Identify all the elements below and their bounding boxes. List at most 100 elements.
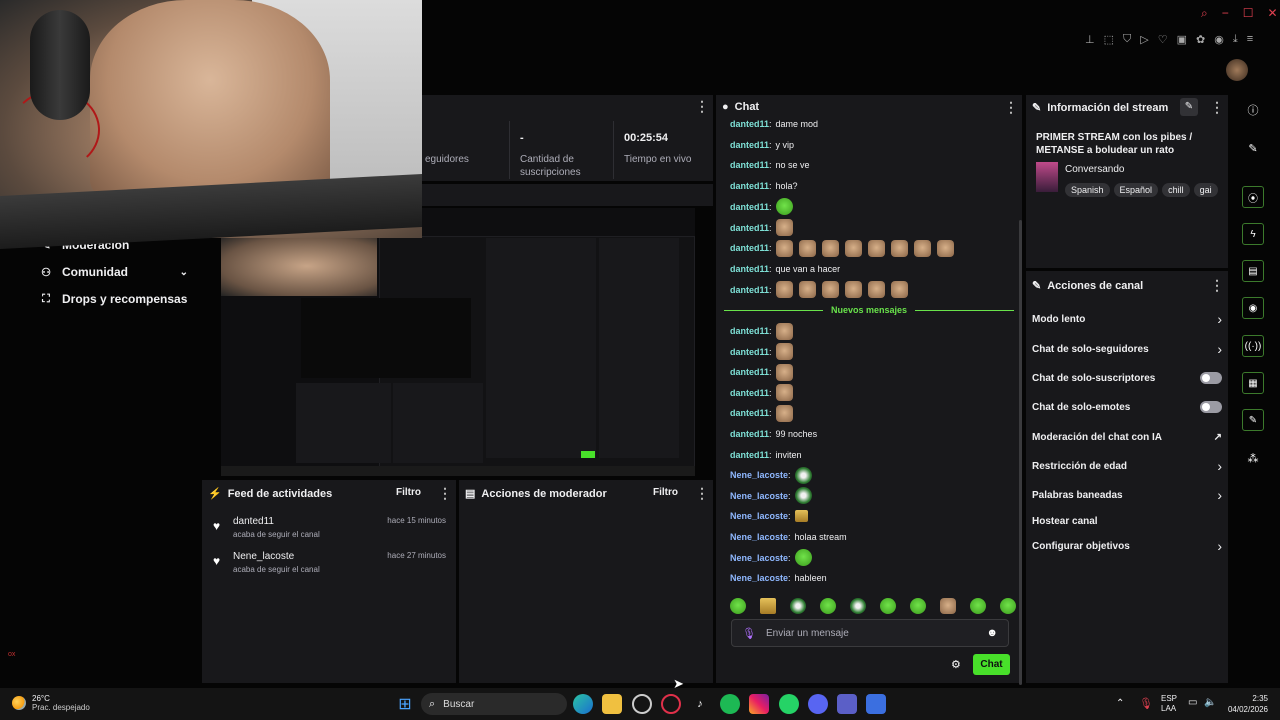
chat-input[interactable]: 🎙 Enviar un mensaje ☻ xyxy=(731,619,1009,647)
emote-icon[interactable] xyxy=(760,598,776,614)
chat-username[interactable]: danted11 xyxy=(730,450,769,460)
more-options-icon[interactable]: ⋮ xyxy=(695,98,709,115)
translate-icon[interactable]: ▣ xyxy=(1177,33,1187,46)
emote-icon[interactable] xyxy=(940,598,956,614)
whatsapp-icon[interactable] xyxy=(779,694,799,714)
mod-filter-button[interactable]: Filtro xyxy=(653,487,678,498)
chat-username[interactable]: danted11 xyxy=(730,347,769,357)
pin-icon[interactable]: ⊥ xyxy=(1085,33,1095,46)
more-options-icon[interactable]: ⋮ xyxy=(1004,99,1018,116)
teams-icon[interactable] xyxy=(837,694,857,714)
emote-icon[interactable] xyxy=(850,598,866,614)
chat-username[interactable]: Nene_lacoste xyxy=(730,573,788,583)
document-icon[interactable]: ▤ xyxy=(1242,260,1264,282)
channel-action-item[interactable]: Palabras baneadas › xyxy=(1032,487,1222,503)
windows-start-icon[interactable]: ⊞ xyxy=(395,694,415,714)
layout-icon[interactable]: ▦ xyxy=(1242,372,1264,394)
shield-icon[interactable]: ⛉ xyxy=(1123,33,1131,46)
chat-username[interactable]: danted11 xyxy=(730,181,769,191)
feed-filter-button[interactable]: Filtro xyxy=(396,487,421,498)
mic-tray-icon[interactable]: 🎙 xyxy=(1139,697,1153,710)
network-icon[interactable]: ▭ xyxy=(1188,697,1197,708)
chat-username[interactable]: danted11 xyxy=(730,119,769,129)
toggle-switch[interactable] xyxy=(1200,372,1222,384)
more-options-icon[interactable]: ⋮ xyxy=(695,485,709,502)
emote-icon[interactable] xyxy=(910,598,926,614)
chat-username[interactable]: Nene_lacoste xyxy=(730,491,788,501)
chat-username[interactable]: danted11 xyxy=(730,223,769,233)
chat-username[interactable]: danted11 xyxy=(730,264,769,274)
chat-scrollbar[interactable] xyxy=(1019,220,1022,685)
minimize-button[interactable]: − xyxy=(1222,6,1229,21)
wrench-icon[interactable]: ✎ xyxy=(1242,409,1264,431)
weather-widget[interactable]: 26°C Prac. despejado xyxy=(12,694,90,712)
tag[interactable]: chill xyxy=(1162,183,1190,197)
chat-username[interactable]: danted11 xyxy=(730,285,769,295)
discord-icon[interactable] xyxy=(808,694,828,714)
emote-icon[interactable] xyxy=(1000,598,1016,614)
volume-icon[interactable]: 🔈 xyxy=(1204,697,1216,708)
emote-icon[interactable] xyxy=(790,598,806,614)
chat-username[interactable]: Nene_lacoste xyxy=(730,470,788,480)
file-explorer-icon[interactable] xyxy=(602,694,622,714)
more-options-icon[interactable]: ⋮ xyxy=(438,485,452,502)
profile-icon[interactable]: ◉ xyxy=(1214,33,1224,46)
clock[interactable]: 2:35 04/02/2026 xyxy=(1224,693,1268,715)
info-icon[interactable]: ⓘ xyxy=(1242,99,1264,121)
close-button[interactable]: ✕ xyxy=(1268,6,1278,21)
chat-username[interactable]: Nene_lacoste xyxy=(730,532,788,542)
channel-action-item[interactable]: Chat de solo-suscriptores xyxy=(1032,370,1222,386)
screenshot-icon[interactable]: ⬚ xyxy=(1104,33,1114,46)
chat-username[interactable]: danted11 xyxy=(730,367,769,377)
settings-icon[interactable]: ⚙ xyxy=(951,658,961,671)
channel-action-item[interactable]: Chat de solo-emotes xyxy=(1032,399,1222,415)
edit-icon[interactable]: ✎ xyxy=(1180,98,1198,116)
channel-action-item[interactable]: Modo lento › xyxy=(1032,311,1222,327)
extensions-icon[interactable]: ✿ xyxy=(1196,33,1205,46)
channel-action-item[interactable]: Configurar objetivos › xyxy=(1032,538,1222,554)
edit-icon[interactable]: ✎ xyxy=(1242,137,1264,159)
edge-icon[interactable] xyxy=(573,694,593,714)
channel-action-item[interactable]: Hostear canal xyxy=(1032,513,1222,529)
record-icon[interactable]: ⦿ xyxy=(1242,186,1264,208)
lightning-icon[interactable]: ϟ xyxy=(1242,223,1264,245)
download-icon[interactable]: ⤓ xyxy=(1233,33,1238,46)
tray-chevron-icon[interactable]: ⌃ xyxy=(1116,698,1124,709)
chat-username[interactable]: danted11 xyxy=(730,408,769,418)
tiktok-icon[interactable]: ♪ xyxy=(690,694,710,714)
channel-action-item[interactable]: Moderación del chat con IA ↗ xyxy=(1032,429,1222,445)
chat-username[interactable]: danted11 xyxy=(730,429,769,439)
taskbar-search[interactable]: ⌕ Buscar xyxy=(421,693,567,715)
steam-icon[interactable] xyxy=(632,694,652,714)
stream-preview[interactable] xyxy=(221,208,695,476)
chat-username[interactable]: Nene_lacoste xyxy=(730,553,788,563)
chat-icon[interactable]: ◉ xyxy=(1242,297,1264,319)
channel-action-item[interactable]: Restricción de edad › xyxy=(1032,458,1222,474)
more-options-icon[interactable]: ⋮ xyxy=(1210,277,1224,294)
toggle-switch[interactable] xyxy=(1200,401,1222,413)
chat-username[interactable]: Nene_lacoste xyxy=(730,511,788,521)
emote-icon[interactable] xyxy=(880,598,896,614)
emote-icon[interactable] xyxy=(730,598,746,614)
language-indicator[interactable]: ESP LAA xyxy=(1161,694,1177,714)
emote-icon[interactable] xyxy=(820,598,836,614)
chat-username[interactable]: danted11 xyxy=(730,388,769,398)
chat-username[interactable]: danted11 xyxy=(730,160,769,170)
opera-icon[interactable] xyxy=(661,694,681,714)
menu-icon[interactable]: ≡ xyxy=(1247,33,1253,46)
app-icon[interactable] xyxy=(866,694,886,714)
channel-action-item[interactable]: Chat de solo-seguidores › xyxy=(1032,341,1222,357)
emote-icon[interactable] xyxy=(970,598,986,614)
search-icon[interactable]: ⌕ xyxy=(1201,6,1208,21)
mic-icon[interactable]: 🎙 xyxy=(742,627,756,640)
user-avatar[interactable] xyxy=(1226,59,1248,81)
more-options-icon[interactable]: ⋮ xyxy=(1210,99,1224,116)
nav-comunidad[interactable]: ⚇ Comunidad ⌄ xyxy=(40,265,188,279)
chat-username[interactable]: danted11 xyxy=(730,243,769,253)
add-panel-icon[interactable]: ⁂ xyxy=(1242,447,1264,469)
nav-drops[interactable]: ⛶ Drops y recompensas xyxy=(40,292,187,306)
play-icon[interactable]: ▷ xyxy=(1140,33,1148,46)
broadcast-icon[interactable]: ((·)) xyxy=(1242,335,1264,357)
maximize-button[interactable]: ☐ xyxy=(1243,6,1254,21)
tag[interactable]: Español xyxy=(1113,183,1159,197)
